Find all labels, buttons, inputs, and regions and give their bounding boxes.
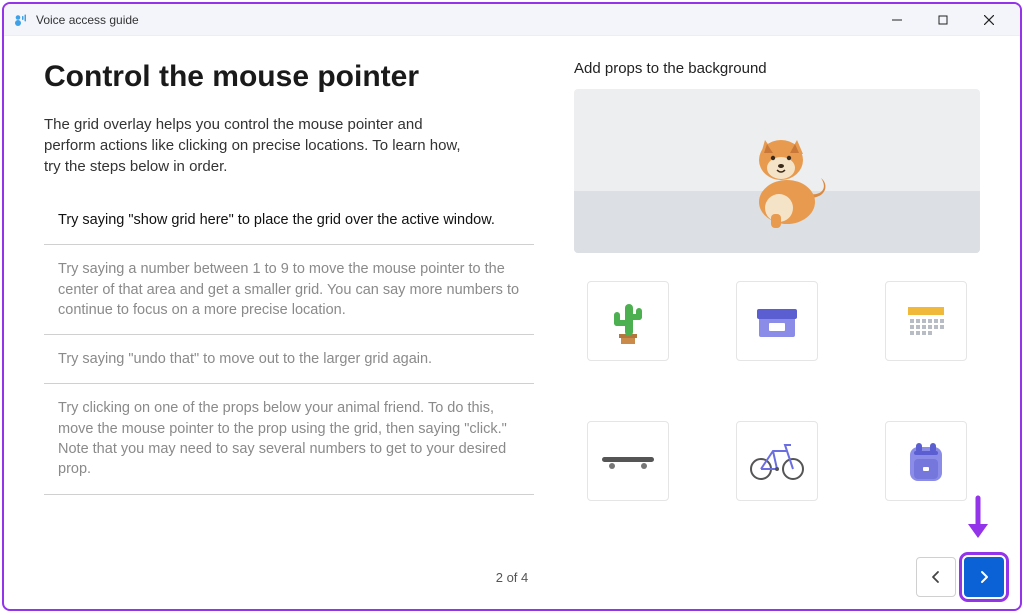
prop-skateboard[interactable] (587, 421, 669, 501)
backpack-icon (904, 437, 948, 485)
prop-backpack[interactable] (885, 421, 967, 501)
page-indicator: 2 of 4 (496, 570, 529, 585)
preview-canvas[interactable] (574, 89, 980, 253)
nav-buttons (916, 557, 1004, 597)
window-controls (874, 5, 1012, 35)
right-panel-title: Add props to the background (574, 60, 980, 77)
step-item: Try saying "undo that" to move out to th… (44, 335, 534, 384)
calendar-icon (904, 301, 948, 341)
next-button[interactable] (964, 557, 1004, 597)
box-icon (755, 303, 799, 339)
app-window: Voice access guide Control the mouse poi… (2, 2, 1022, 611)
page-heading: Control the mouse pointer (44, 60, 534, 94)
close-button[interactable] (966, 5, 1012, 35)
titlebar: Voice access guide (4, 4, 1020, 36)
prop-calendar[interactable] (885, 281, 967, 361)
prop-cactus[interactable] (587, 281, 669, 361)
intro-text: The grid overlay helps you control the m… (44, 114, 474, 177)
step-item: Try saying "show grid here" to place the… (44, 206, 534, 245)
content-area: Control the mouse pointer The grid overl… (4, 36, 1020, 553)
window-title: Voice access guide (36, 13, 139, 27)
cactus-icon (608, 296, 648, 346)
footer: 2 of 4 (4, 553, 1020, 609)
previous-button[interactable] (916, 557, 956, 597)
app-icon (12, 12, 28, 28)
minimize-button[interactable] (874, 5, 920, 35)
steps-list: Try saying "show grid here" to place the… (44, 205, 534, 495)
prop-box[interactable] (736, 281, 818, 361)
maximize-button[interactable] (920, 5, 966, 35)
left-panel: Control the mouse pointer The grid overl… (44, 60, 534, 545)
dog-illustration (737, 120, 837, 235)
bicycle-icon (747, 441, 807, 481)
step-item: Try clicking on one of the props below y… (44, 384, 534, 494)
right-panel: Add props to the background (574, 60, 980, 545)
step-item: Try saying a number between 1 to 9 to mo… (44, 245, 534, 335)
prop-grid (574, 281, 980, 501)
skateboard-icon (600, 451, 656, 471)
prop-bicycle[interactable] (736, 421, 818, 501)
